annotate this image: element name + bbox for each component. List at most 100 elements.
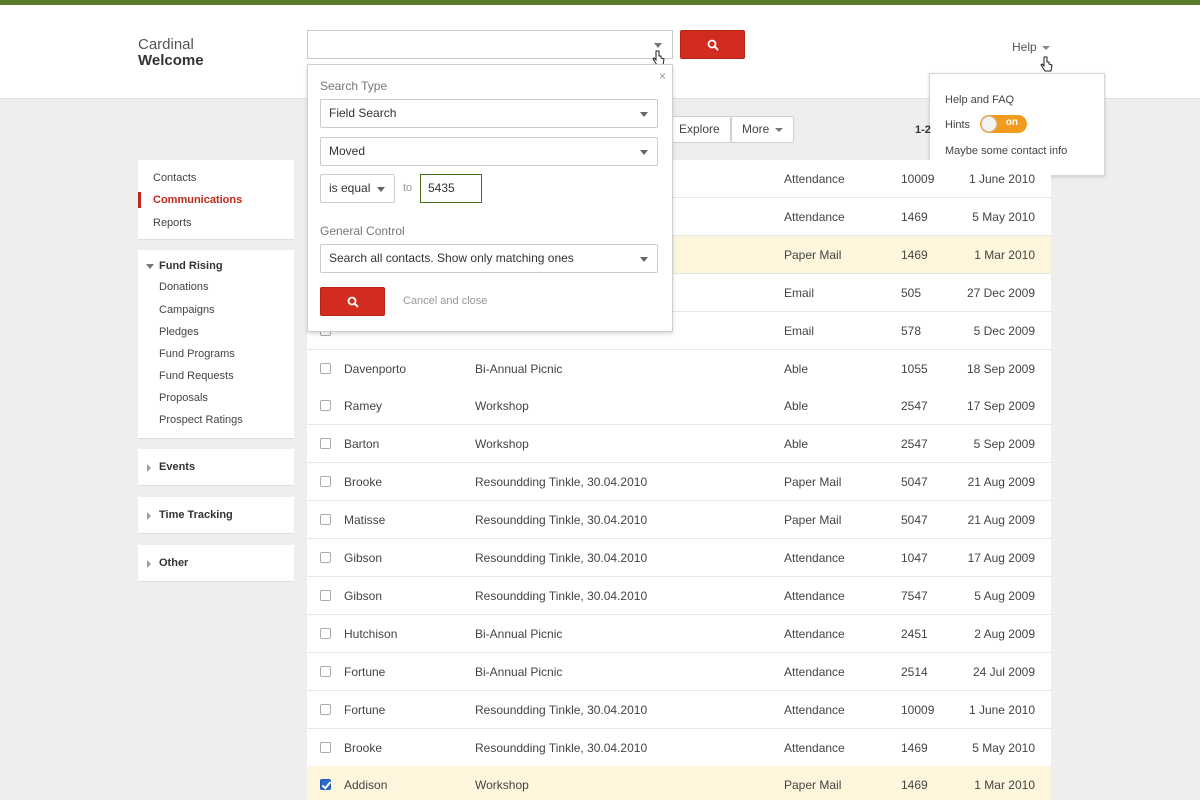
sidebar-group-time-tracking[interactable]: Time Tracking <box>159 509 233 521</box>
explore-button[interactable]: Explore <box>668 116 731 143</box>
id-cell: 7547 <box>901 589 928 603</box>
date-cell: 5 May 2010 <box>972 210 1035 224</box>
contact-name-cell: Brooke <box>344 741 383 755</box>
date-cell: 17 Sep 2009 <box>966 399 1035 413</box>
date-cell: 5 Dec 2009 <box>973 324 1035 338</box>
chevron-right-icon <box>147 512 151 520</box>
sidebar-time-tracking-card[interactable]: Time Tracking <box>138 497 294 534</box>
row-checkbox[interactable] <box>320 628 331 639</box>
search-input[interactable] <box>307 30 673 59</box>
more-button[interactable]: More <box>731 116 795 143</box>
row-checkbox[interactable] <box>320 590 331 601</box>
sidebar-item-campaigns[interactable]: Campaigns <box>159 304 215 316</box>
row-checkbox[interactable] <box>320 438 331 449</box>
sidebar-item-pledges[interactable]: Pledges <box>159 326 199 338</box>
type-cell: Able <box>784 362 809 376</box>
contact-info-link[interactable]: Maybe some contact info <box>945 145 1067 157</box>
general-control-label: General Control <box>320 224 405 238</box>
table-row[interactable]: Fortune Resoundding Tinkle, 30.04.2010 Att… <box>307 691 1051 729</box>
id-cell: 1469 <box>901 248 928 262</box>
help-faq-link[interactable]: Help and FAQ <box>945 94 1014 106</box>
event-cell: Resoundding Tinkle, 30.04.2010 <box>475 589 648 603</box>
close-icon[interactable]: × <box>659 69 666 83</box>
search-type-select[interactable]: Field Search <box>320 99 658 128</box>
table-row[interactable]: Davenporto Bi-Annual Picnic Able 1055 18 Sep… <box>307 350 1051 388</box>
type-cell: Paper Mail <box>784 778 842 792</box>
row-checkbox[interactable] <box>320 363 331 374</box>
sidebar-main-card: Contacts Communications Reports <box>138 160 294 240</box>
event-cell: Bi-Annual Picnic <box>475 665 563 679</box>
sidebar-item-fund-requests[interactable]: Fund Requests <box>159 370 234 382</box>
chevron-down-icon <box>640 112 648 117</box>
table-row[interactable]: Gibson Resoundding Tinkle, 30.04.2010 Atte… <box>307 539 1051 577</box>
event-cell: Bi-Annual Picnic <box>475 362 563 376</box>
hints-toggle[interactable]: on <box>980 115 1027 133</box>
table-row[interactable]: Barton Workshop Able 2547 5 Sep 2009 <box>307 425 1051 463</box>
hand-cursor-icon <box>1040 56 1053 72</box>
contact-name-cell: Hutchison <box>344 627 398 641</box>
event-cell: Bi-Annual Picnic <box>475 627 563 641</box>
panel-search-button[interactable] <box>320 287 385 316</box>
explore-label: Explore <box>679 122 720 136</box>
sidebar-events-card[interactable]: Events <box>138 449 294 486</box>
table-row[interactable]: Gibson Resoundding Tinkle, 30.04.2010 Atte… <box>307 577 1051 615</box>
id-cell: 1055 <box>901 362 928 376</box>
type-cell: Email <box>784 286 815 300</box>
row-checkbox[interactable] <box>320 704 331 715</box>
event-cell: Resoundding Tinkle, 30.04.2010 <box>475 475 648 489</box>
row-checkbox[interactable] <box>320 742 331 753</box>
date-cell: 1 Mar 2010 <box>974 778 1035 792</box>
contact-name-cell: Fortune <box>344 665 386 679</box>
type-cell: Attendance <box>784 741 845 755</box>
type-cell: Paper Mail <box>784 475 842 489</box>
table-row[interactable]: Brooke Resoundding Tinkle, 30.04.2010 Atte… <box>307 729 1051 767</box>
contact-name-cell: Gibson <box>344 589 383 603</box>
hints-label: Hints <box>945 119 971 131</box>
sidebar-other-card[interactable]: Other <box>138 545 294 582</box>
sidebar-item-contacts[interactable]: Contacts <box>153 172 196 184</box>
sidebar-item-reports[interactable]: Reports <box>153 217 192 229</box>
search-button[interactable] <box>680 30 745 59</box>
sidebar-group-other[interactable]: Other <box>159 557 188 569</box>
row-checkbox[interactable] <box>320 476 331 487</box>
id-cell: 2547 <box>901 399 928 413</box>
table-row[interactable]: Brooke Resoundding Tinkle, 30.04.2010 Pape… <box>307 463 1051 501</box>
sidebar-group-fund-rising[interactable]: Fund Rising <box>159 260 223 272</box>
contact-name-cell: Matisse <box>344 513 386 527</box>
row-checkbox[interactable] <box>320 666 331 677</box>
row-checkbox[interactable] <box>320 779 331 790</box>
value-input[interactable]: 5435 <box>420 174 482 203</box>
org-name: Cardinal <box>138 36 194 53</box>
id-cell: 1047 <box>901 551 928 565</box>
chevron-down-icon[interactable] <box>146 264 154 269</box>
contact-name-cell: Fortune <box>344 703 386 717</box>
sidebar-item-donations[interactable]: Donations <box>159 281 209 293</box>
chevron-down-icon[interactable] <box>654 43 662 48</box>
table-row[interactable]: Fortune Bi-Annual Picnic Attendance 2514 24 … <box>307 653 1051 691</box>
row-checkbox[interactable] <box>320 552 331 563</box>
general-control-value: Search all contacts. Show only matching … <box>329 251 574 265</box>
chevron-down-icon <box>377 187 385 192</box>
sidebar-group-events[interactable]: Events <box>159 461 195 473</box>
sidebar-item-communications[interactable]: Communications <box>153 194 242 206</box>
row-checkbox[interactable] <box>320 400 331 411</box>
sidebar-item-fund-programs[interactable]: Fund Programs <box>159 348 235 360</box>
help-menu-button[interactable]: Help <box>1012 40 1050 54</box>
id-cell: 1469 <box>901 741 928 755</box>
row-checkbox[interactable] <box>320 514 331 525</box>
id-cell: 2451 <box>901 627 928 641</box>
field-select[interactable]: Moved <box>320 137 658 166</box>
table-row[interactable]: Matisse Resoundding Tinkle, 30.04.2010 Pap… <box>307 501 1051 539</box>
table-row[interactable]: Addison Workshop Paper Mail 1469 1 Mar 2010 <box>307 766 1051 800</box>
sidebar-item-prospect-ratings[interactable]: Prospect Ratings <box>159 414 243 426</box>
date-cell: 5 Sep 2009 <box>973 437 1035 451</box>
chevron-down-icon <box>775 127 784 132</box>
cancel-link[interactable]: Cancel and close <box>403 295 487 307</box>
sidebar-item-proposals[interactable]: Proposals <box>159 392 208 404</box>
operator-select[interactable]: is equal <box>320 174 395 203</box>
type-cell: Able <box>784 399 809 413</box>
search-type-label: Search Type <box>320 79 388 93</box>
table-row[interactable]: Hutchison Bi-Annual Picnic Attendance 2451 2… <box>307 615 1051 653</box>
general-control-select[interactable]: Search all contacts. Show only matching … <box>320 244 658 273</box>
table-row[interactable]: Ramey Workshop Able 2547 17 Sep 2009 <box>307 387 1051 425</box>
